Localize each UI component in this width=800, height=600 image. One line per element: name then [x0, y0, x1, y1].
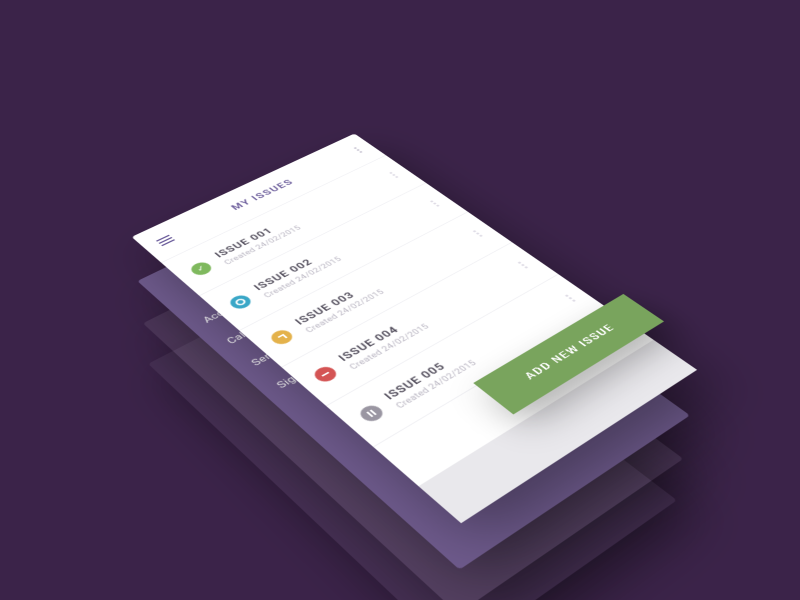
status-ring-icon: [226, 293, 254, 311]
row-overflow-icon[interactable]: [472, 230, 482, 237]
row-overflow-icon[interactable]: [389, 172, 399, 178]
status-check-icon: [188, 260, 215, 277]
row-overflow-icon[interactable]: [564, 294, 575, 302]
status-pause-icon: [356, 403, 387, 424]
row-overflow-icon[interactable]: [429, 200, 439, 207]
hamburger-icon[interactable]: [156, 235, 175, 246]
overflow-icon[interactable]: [353, 147, 362, 153]
status-clock-icon: [267, 328, 296, 347]
status-minus-icon: [311, 364, 341, 384]
row-overflow-icon[interactable]: [517, 261, 528, 268]
